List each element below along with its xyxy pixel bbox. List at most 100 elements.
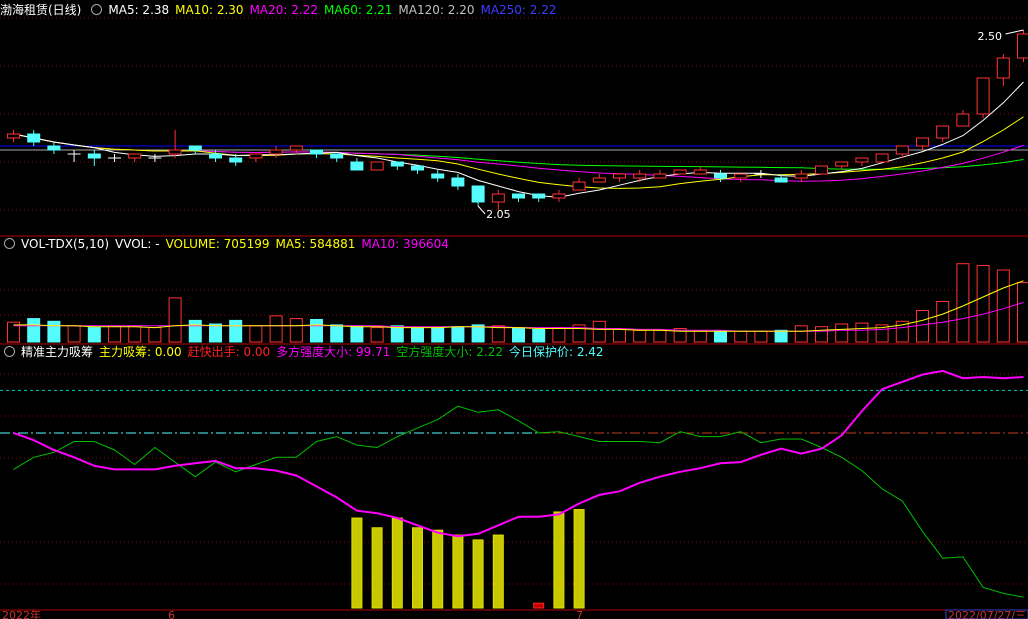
candle-body (734, 173, 748, 179)
main-absorb-bar (391, 517, 403, 609)
ma20-line (13, 133, 1024, 182)
stock-chart: 2.502.052022年 6 7 2022/07/27/三 (0, 17, 1028, 619)
volume-bar (815, 326, 828, 343)
volume-bar (249, 325, 263, 343)
candle-body (330, 153, 344, 159)
volume-bar (209, 323, 222, 343)
volume-bar (1017, 282, 1028, 343)
settings-circle-icon[interactable] (91, 4, 103, 15)
main-absorb-bar (371, 527, 383, 609)
candle-body (532, 193, 546, 199)
volume-bar (976, 265, 990, 343)
candle-body (835, 161, 849, 167)
candle-body (512, 193, 525, 199)
long-strength-label: 多方强度大小: 99.71 (276, 345, 391, 359)
candle-body (289, 145, 303, 151)
volume-bar (552, 327, 566, 343)
volume-bar (188, 319, 202, 343)
volume-panel-header: VOL-TDX(5,10) VVOL: - VOLUME: 705199 MA5: 5… (0, 236, 455, 252)
vol-name: VOL-TDX(5,10) (21, 237, 110, 251)
main-absorb-bar (553, 511, 565, 609)
volume-bar (431, 327, 445, 343)
candle-body (774, 177, 788, 183)
ma60-line (13, 133, 1024, 170)
candle-body (916, 137, 929, 147)
date-label: 6 (168, 609, 175, 619)
candle-body (976, 77, 990, 115)
volume-bar (653, 329, 667, 343)
volume-bar (996, 269, 1010, 343)
main-absorb-bar (492, 534, 504, 609)
volume-bar (734, 330, 748, 343)
title: 渤海租赁(日线) (0, 3, 82, 17)
candle-body (471, 185, 485, 203)
candle-body (310, 149, 323, 155)
volume-bar (633, 329, 647, 343)
volume-bar (47, 320, 61, 343)
volume-bar (512, 327, 525, 343)
settings-circle-icon[interactable] (4, 238, 15, 249)
candle-body (431, 173, 445, 179)
indicator-panel-header: 精准主力吸筹 主力吸筹: 0.00 赶快出手: 0.00 多方强度大小: 99.71 空… (0, 344, 610, 360)
short-strength-line (13, 405, 1024, 598)
candle-body (370, 161, 384, 171)
candle-body (411, 165, 424, 171)
candle-body (673, 169, 687, 175)
volume-bar (229, 319, 243, 343)
candle-body (956, 113, 970, 127)
settings-circle-icon[interactable] (4, 346, 15, 357)
candle-body (451, 177, 465, 187)
candle-body (855, 157, 869, 163)
candle-body (209, 153, 222, 159)
volume-bar (168, 297, 182, 343)
main-absorb-bar (412, 527, 423, 609)
volume-bar (592, 320, 606, 343)
volume-bar (613, 328, 626, 343)
volume-bar (330, 324, 344, 343)
vvol-label: VVOL: - (115, 237, 160, 251)
ma250-label: MA250: 2.22 (480, 3, 557, 17)
main-absorb-bar (452, 534, 464, 609)
volume-bar (87, 327, 101, 343)
candle-body (714, 173, 727, 179)
candle-body (168, 149, 182, 155)
candle-body (936, 125, 950, 139)
candle-body (27, 133, 41, 143)
volume-ma5-line (13, 280, 1024, 332)
volume-bar (370, 327, 384, 343)
main-absorb-bar (472, 539, 484, 609)
date-label: 2022年 (2, 608, 41, 619)
high-price-label: 2.50 (978, 30, 1003, 43)
volume-bar (310, 319, 323, 343)
candle-body (229, 157, 243, 163)
volume-bar (532, 328, 546, 343)
volume-bar (148, 327, 162, 343)
candle-body (552, 193, 566, 199)
volume-bar (411, 327, 424, 343)
price-panel-header: 渤海租赁(日线) MA5: 2.38 MA10: 2.30 MA20: 2.22 MA6… (0, 2, 563, 18)
candle-body (693, 169, 707, 175)
volume-bar (451, 326, 465, 343)
main-absorb-bar (533, 602, 545, 609)
flee-label: 赶快出手: 0.00 (187, 345, 271, 359)
candle-body (128, 153, 142, 159)
long-strength-line (13, 369, 1024, 538)
volume-bar (774, 329, 788, 343)
ind-name: 精准主力吸筹 (21, 345, 94, 359)
ma120-label: MA120: 2.20 (398, 3, 475, 17)
volume-bar (714, 330, 727, 343)
short-strength-label: 空方强度大小: 2.22 (396, 345, 503, 359)
candle-body (996, 57, 1010, 79)
volume-bar (491, 325, 505, 343)
candle-body (7, 133, 20, 139)
candle-body (794, 173, 808, 179)
date-label: 7 (576, 609, 583, 619)
ma5-label: MA5: 2.38 (108, 3, 170, 17)
candle-body (269, 149, 283, 155)
ma20-label: MA20: 2.22 (249, 3, 318, 17)
volume-bar (390, 325, 404, 343)
high-price-pointer (1005, 29, 1024, 35)
ma10-label: MA10: 2.30 (175, 3, 244, 17)
volume-bar (916, 310, 929, 343)
volume-bar (835, 323, 849, 343)
